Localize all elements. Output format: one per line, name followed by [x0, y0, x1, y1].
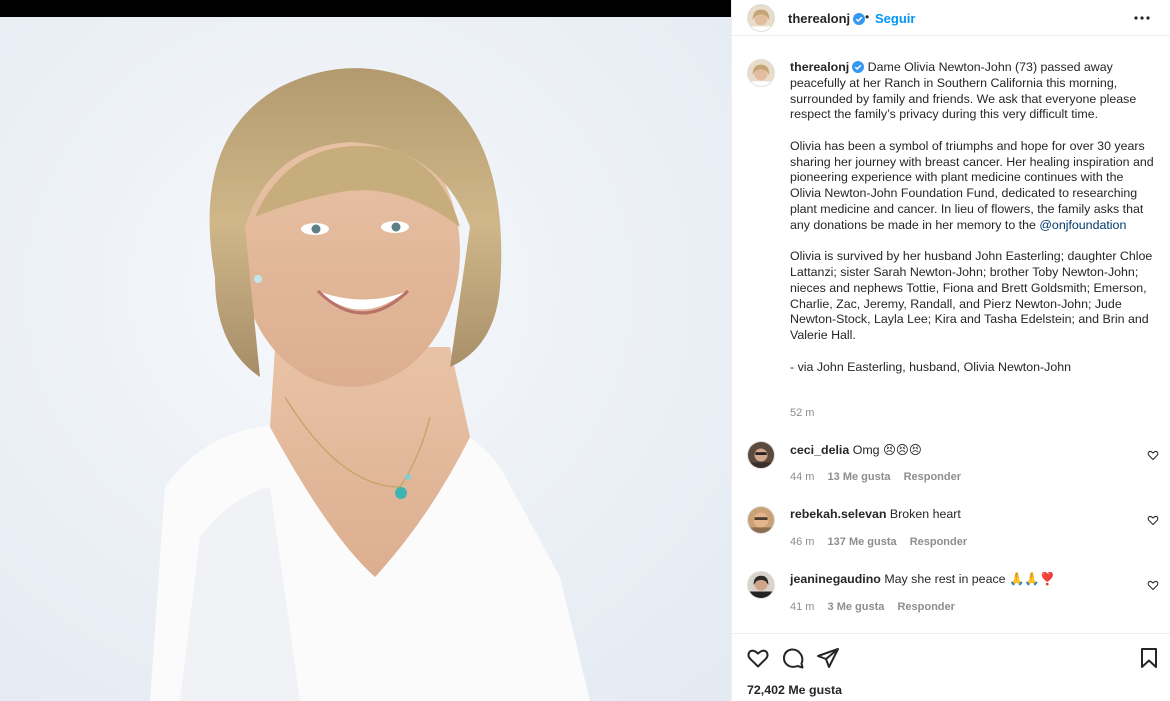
comment-text-line: jeaninegaudino May she rest in peace 🙏🙏❣…: [790, 572, 1055, 587]
post-side-panel: therealonj • Seguir therealonj Dame Oliv…: [731, 0, 1170, 701]
post-photo: [0, 17, 731, 701]
post-header: therealonj • Seguir: [732, 0, 1170, 36]
comments-scroll-area[interactable]: therealonj Dame Olivia Newton-John (73) …: [732, 37, 1170, 632]
comment-text: Omg 😣😣😣: [852, 443, 922, 457]
comment-item: ceci_delia Omg 😣😣😣 44 m 13 Me gusta Resp…: [732, 439, 1170, 495]
reply-button[interactable]: Responder: [910, 536, 967, 548]
verified-badge-icon: [852, 61, 865, 73]
post-caption: therealonj Dame Olivia Newton-John (73) …: [790, 60, 1155, 375]
comment-like-heart-icon[interactable]: [1147, 514, 1159, 526]
commenter-username[interactable]: jeaninegaudino: [790, 572, 881, 586]
comment-icon[interactable]: [781, 646, 805, 670]
commenter-avatar[interactable]: [747, 441, 775, 469]
comment-likes[interactable]: 13 Me gusta: [828, 471, 891, 483]
comment-time[interactable]: 41 m: [790, 601, 814, 613]
likes-count[interactable]: 72,402 Me gusta: [747, 683, 842, 697]
heart-icon[interactable]: [746, 646, 770, 670]
commenter-username[interactable]: ceci_delia: [790, 443, 849, 457]
commenter-avatar[interactable]: [747, 506, 775, 534]
comment-item: jeaninegaudino May she rest in peace 🙏🙏❣…: [732, 569, 1170, 625]
comment-meta: 44 m 13 Me gusta Responder: [790, 471, 971, 483]
more-options-icon[interactable]: [1131, 8, 1153, 28]
separator-dot: •: [865, 10, 870, 24]
comment-likes[interactable]: 137 Me gusta: [828, 536, 897, 548]
comment-item: rebekah.selevan Broken heart 46 m 137 Me…: [732, 504, 1170, 560]
author-username-text[interactable]: therealonj: [788, 11, 850, 26]
author-avatar[interactable]: [747, 4, 775, 32]
follow-button[interactable]: Seguir: [875, 11, 915, 26]
post-actions-bar: 72,402 Me gusta: [732, 633, 1170, 701]
share-icon[interactable]: [816, 646, 840, 670]
comment-text-line: rebekah.selevan Broken heart: [790, 507, 961, 521]
comment-meta: 41 m 3 Me gusta Responder: [790, 601, 965, 613]
comment-text-line: ceci_delia Omg 😣😣😣: [790, 442, 922, 457]
comment-text: Broken heart: [889, 507, 961, 521]
caption-author-avatar[interactable]: [747, 59, 775, 87]
caption-username[interactable]: therealonj: [790, 60, 849, 74]
comment-like-heart-icon[interactable]: [1147, 449, 1159, 461]
reply-button[interactable]: Responder: [904, 471, 961, 483]
comment-likes[interactable]: 3 Me gusta: [828, 601, 885, 613]
instagram-post-page: therealonj • Seguir therealonj Dame Oliv…: [0, 0, 1170, 701]
comment-like-heart-icon[interactable]: [1147, 579, 1159, 591]
verified-badge-icon: [853, 13, 866, 25]
caption-paragraph-4: - via John Easterling, husband, Olivia N…: [790, 359, 1072, 374]
caption-timestamp[interactable]: 52 m: [790, 407, 814, 419]
commenter-avatar[interactable]: [747, 571, 775, 599]
reply-button[interactable]: Responder: [897, 601, 954, 613]
comment-time[interactable]: 46 m: [790, 536, 814, 548]
post-media: [0, 0, 731, 701]
bookmark-icon[interactable]: [1137, 646, 1161, 670]
media-top-bar: [0, 0, 731, 17]
comment-text: May she rest in peace 🙏🙏❣️: [884, 572, 1056, 586]
commenter-username[interactable]: rebekah.selevan: [790, 507, 886, 521]
comment-time[interactable]: 44 m: [790, 471, 814, 483]
author-username-header[interactable]: therealonj: [788, 11, 866, 26]
caption-paragraph-3: Olivia is survived by her husband John E…: [790, 249, 1153, 343]
comment-meta: 46 m 137 Me gusta Responder: [790, 536, 977, 548]
mention-link[interactable]: @onjfoundation: [1039, 218, 1126, 232]
